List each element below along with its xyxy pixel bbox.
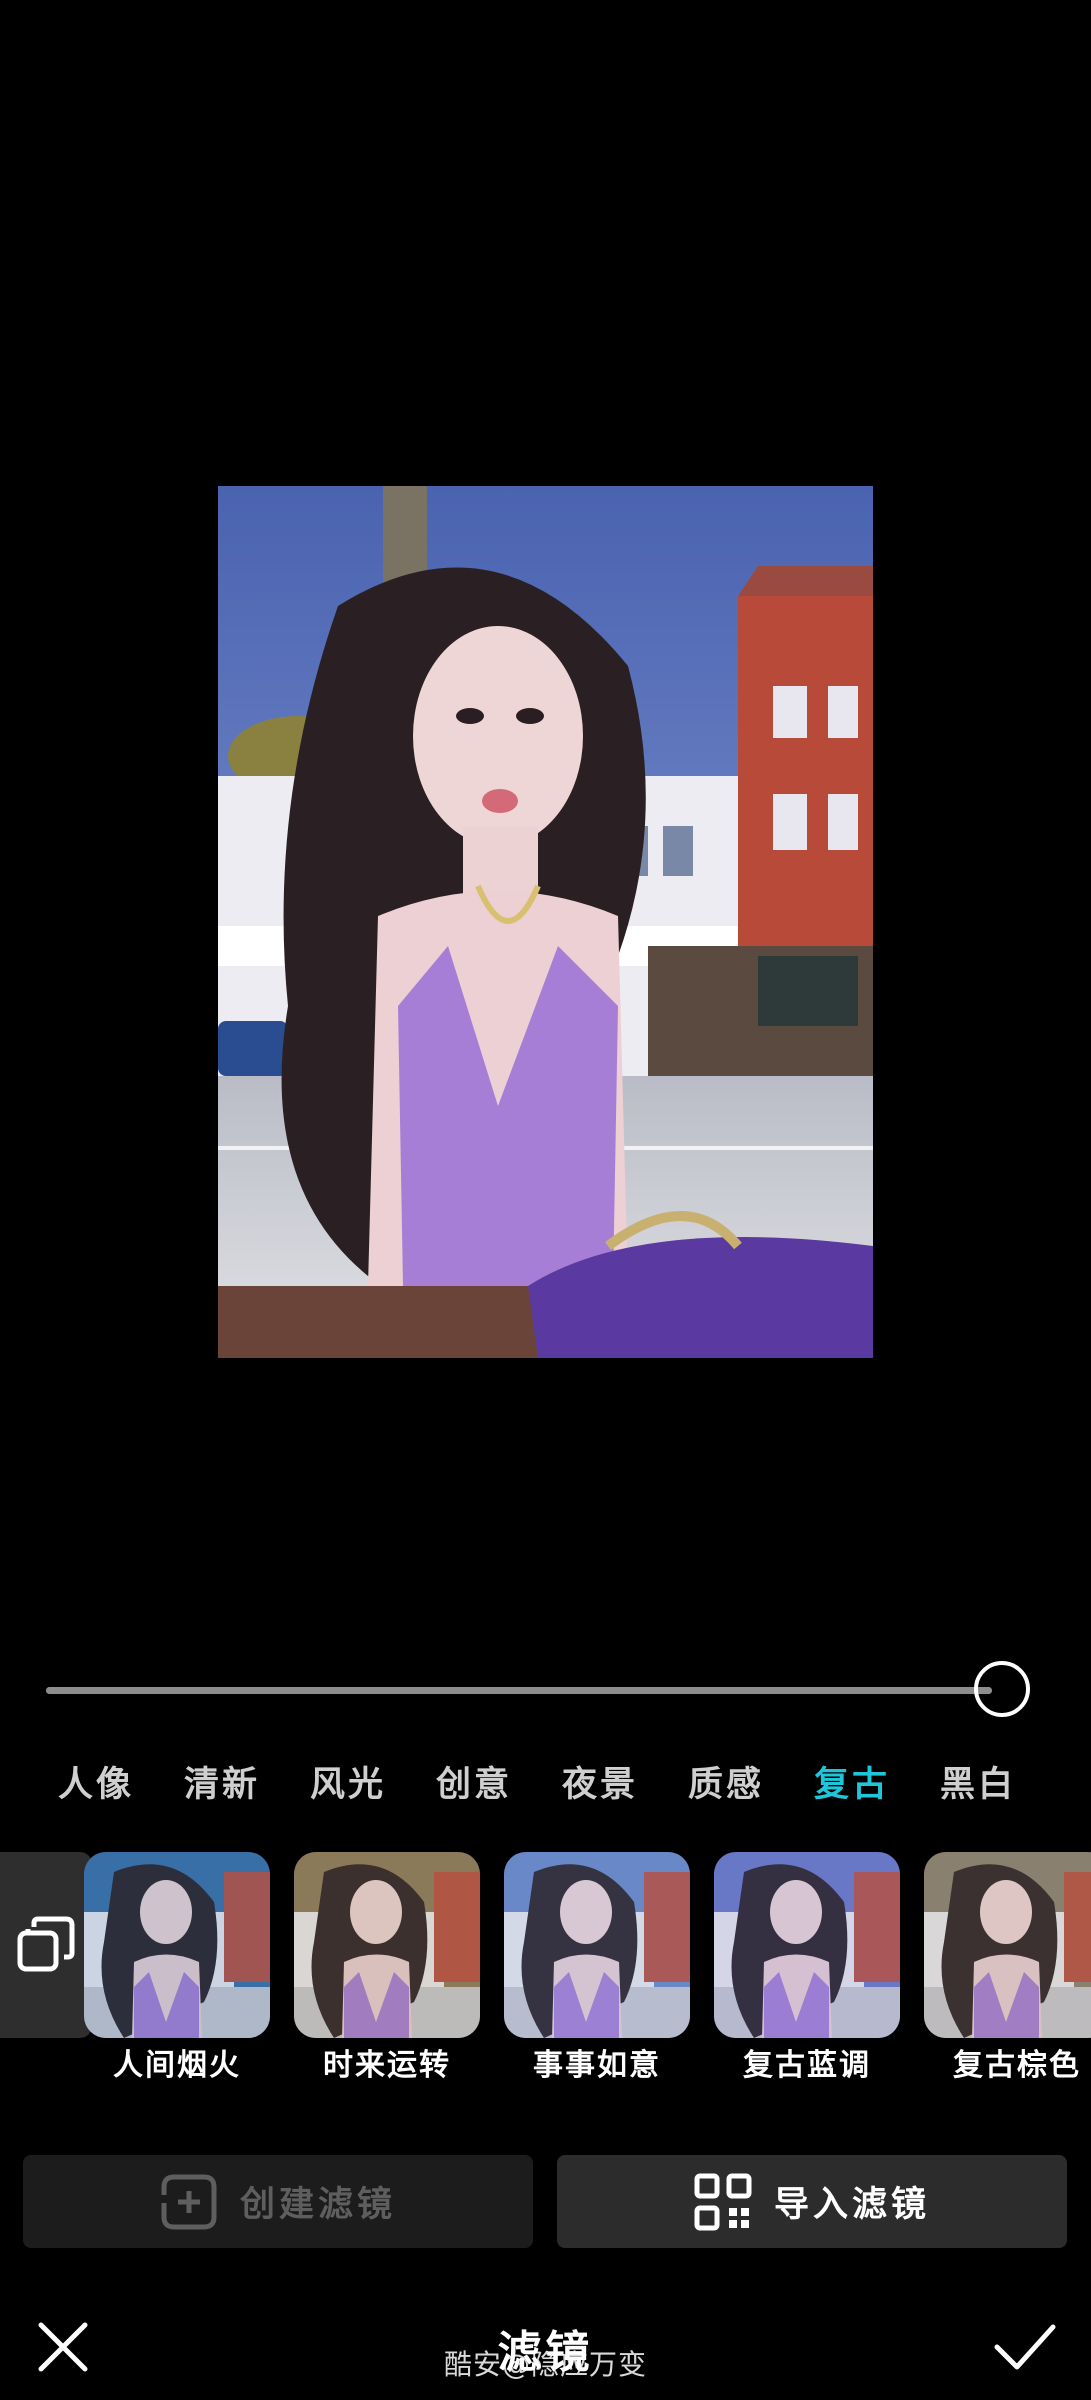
layers-icon [17,1916,75,1972]
slider-track[interactable] [46,1687,992,1694]
tab-night[interactable]: 夜景 [562,1755,638,1815]
filter-label: 人间烟火 [113,2048,241,2083]
create-filter-label: 创建滤镜 [239,2184,396,2225]
tab-bw[interactable]: 黑白 [940,1755,1016,1815]
qr-code-icon [694,2173,752,2230]
import-filter-button[interactable]: 导入滤镜 [557,2155,1067,2248]
create-filter-button[interactable]: 创建滤镜 [23,2155,533,2248]
filter-thumbnail[interactable] [504,1852,690,2038]
filter-category-tabs: · 人像 清新 风光 创意 夜景 质感 复古 黑白 [0,1755,1091,1815]
portrait-photo [218,486,873,1358]
filter-thumbnail[interactable] [84,1852,270,2038]
filter-preview-image [294,1852,480,2038]
filter-label: 复古蓝调 [743,2048,871,2083]
tab-retro[interactable]: 复古 [814,1755,890,1815]
filter-preview-image [84,1852,270,2038]
tab-landscape[interactable]: 风光 [310,1755,386,1815]
filter-item[interactable]: 事事如意 [504,1852,690,2084]
intensity-slider[interactable] [46,1660,1046,1720]
tab-texture[interactable]: 质感 [688,1755,764,1815]
filter-preview-image [504,1852,690,2038]
confirm-button[interactable] [990,2312,1060,2382]
add-square-icon [161,2174,217,2229]
filter-preview-image [714,1852,900,2038]
import-filter-label: 导入滤镜 [773,2184,930,2225]
filter-editor-screen: · 人像 清新 风光 创意 夜景 质感 复古 黑白 人间烟火 时来运转 事事如意… [0,0,1091,2400]
filter-label: 事事如意 [533,2048,661,2083]
tab-fresh[interactable]: 清新 [184,1755,260,1815]
filter-label: 复古棕色 [953,2048,1081,2083]
filter-thumbnail[interactable] [294,1852,480,2038]
slider-fill [46,1687,992,1694]
compare-button[interactable] [0,1852,92,2038]
filter-preview-image [924,1852,1091,2038]
filter-item[interactable]: 时来运转 [294,1852,480,2084]
photo-preview [218,486,873,1358]
watermark: 酷安@隐应万变 [443,2348,647,2381]
tab-creative[interactable]: 创意 [436,1755,512,1815]
filter-label: 时来运转 [323,2048,451,2083]
filter-item[interactable]: 复古棕色 [924,1852,1091,2084]
slider-thumb[interactable] [974,1661,1030,1717]
filter-thumbnail[interactable] [714,1852,900,2038]
filter-item[interactable]: 人间烟火 [84,1852,270,2084]
filter-item[interactable]: 复古蓝调 [714,1852,900,2084]
filter-thumbnail[interactable] [924,1852,1091,2038]
tab-portrait[interactable]: 人像 [58,1755,134,1815]
check-icon [994,2324,1056,2370]
